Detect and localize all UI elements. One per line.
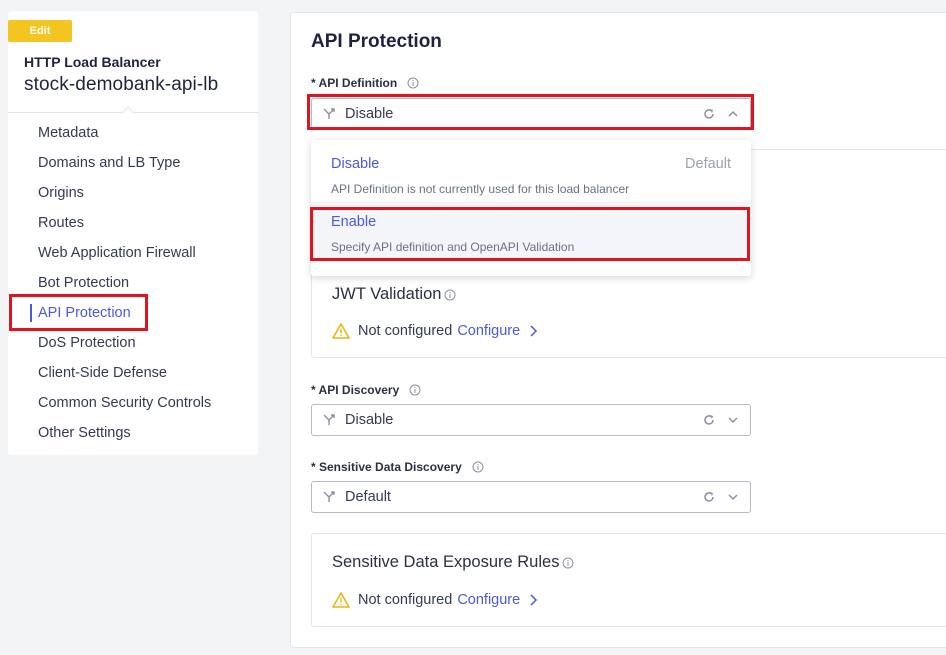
sidebar-item-metadata[interactable]: Metadata	[8, 118, 258, 148]
sidebar-item-label: Origins	[38, 185, 84, 201]
info-icon[interactable]	[472, 461, 484, 473]
sensitive-data-discovery-label: * Sensitive Data Discovery	[311, 460, 484, 474]
branch-icon	[323, 491, 335, 502]
refresh-icon[interactable]	[702, 490, 716, 504]
configure-link[interactable]: Configure	[457, 323, 520, 339]
sidebar: Edit HTTP Load Balancer stock-demobank-a…	[8, 11, 258, 455]
status-text: Not configured	[358, 323, 453, 339]
sidebar-notch	[122, 106, 134, 118]
select-value: Disable	[345, 412, 394, 428]
option-disable[interactable]: Disable API Definition is not currently …	[311, 144, 751, 202]
jwt-card-title: JWT Validation	[332, 285, 456, 304]
sidebar-item-label: Routes	[38, 215, 84, 231]
sidebar-item-common-security[interactable]: Common Security Controls	[8, 388, 258, 418]
sidebar-item-label: Other Settings	[38, 425, 131, 441]
option-description: API Definition is not currently used for…	[331, 182, 630, 196]
sidebar-item-label: Metadata	[38, 125, 99, 141]
sidebar-item-client-side-defense[interactable]: Client-Side Defense	[8, 358, 258, 388]
edit-badge: Edit	[8, 20, 72, 42]
sensitive-data-discovery-label-text: * Sensitive Data Discovery	[311, 460, 462, 474]
api-definition-label-text: * API Definition	[311, 76, 398, 90]
option-default-tag: Default	[685, 156, 731, 172]
api-discovery-select[interactable]: Disable	[311, 404, 751, 436]
api-discovery-label: * API Discovery	[311, 383, 421, 397]
sensitive-card-title: Sensitive Data Exposure Rules	[332, 553, 574, 572]
sidebar-item-domains[interactable]: Domains and LB Type	[8, 148, 258, 178]
highlight-box-select	[307, 94, 754, 130]
sidebar-item-routes[interactable]: Routes	[8, 208, 258, 238]
chevron-right-icon[interactable]	[528, 325, 538, 337]
sidebar-item-label: Bot Protection	[38, 275, 130, 291]
section-title: API Protection	[311, 31, 442, 52]
lb-name: stock-demobank-api-lb	[24, 74, 219, 95]
sidebar-item-label: DoS Protection	[38, 335, 136, 351]
select-value: Default	[345, 489, 391, 505]
sidebar-item-waf[interactable]: Web Application Firewall	[8, 238, 258, 268]
sidebar-item-dos-protection[interactable]: DoS Protection	[8, 328, 258, 358]
branch-icon	[323, 414, 335, 425]
highlight-box-option	[310, 207, 750, 261]
highlight-box-nav	[9, 294, 148, 331]
sidebar-item-label: Web Application Firewall	[38, 245, 196, 261]
chevron-right-icon[interactable]	[528, 594, 538, 606]
option-label: Disable	[331, 156, 380, 172]
sidebar-item-label: Domains and LB Type	[38, 155, 181, 171]
sensitive-card-title-text: Sensitive Data Exposure Rules	[332, 553, 560, 571]
sidebar-item-label: Common Security Controls	[38, 395, 212, 411]
configure-link[interactable]: Configure	[457, 592, 520, 608]
api-definition-label: * API Definition	[311, 76, 419, 90]
sidebar-item-other-settings[interactable]: Other Settings	[8, 418, 258, 448]
sidebar-item-origins[interactable]: Origins	[8, 178, 258, 208]
info-icon[interactable]	[444, 289, 456, 301]
sensitive-card-status: Not configured Configure	[332, 592, 538, 608]
warning-icon	[332, 323, 350, 339]
lb-type-label: HTTP Load Balancer	[24, 54, 161, 70]
sidebar-item-label: Client-Side Defense	[38, 365, 167, 381]
sensitive-data-exposure-card: Sensitive Data Exposure Rules Not config…	[311, 533, 946, 627]
sidebar-nav: Metadata Domains and LB Type Origins Rou…	[8, 118, 258, 448]
status-text: Not configured	[358, 592, 453, 608]
jwt-card-status: Not configured Configure	[332, 323, 538, 339]
info-icon[interactable]	[409, 384, 421, 396]
sensitive-data-discovery-select[interactable]: Default	[311, 481, 751, 513]
info-icon[interactable]	[562, 557, 574, 569]
api-discovery-label-text: * API Discovery	[311, 383, 400, 397]
chevron-down-icon[interactable]	[726, 413, 740, 427]
jwt-card-title-text: JWT Validation	[332, 285, 442, 303]
warning-icon	[332, 592, 350, 608]
info-icon[interactable]	[407, 77, 419, 89]
refresh-icon[interactable]	[702, 413, 716, 427]
chevron-down-icon[interactable]	[726, 490, 740, 504]
